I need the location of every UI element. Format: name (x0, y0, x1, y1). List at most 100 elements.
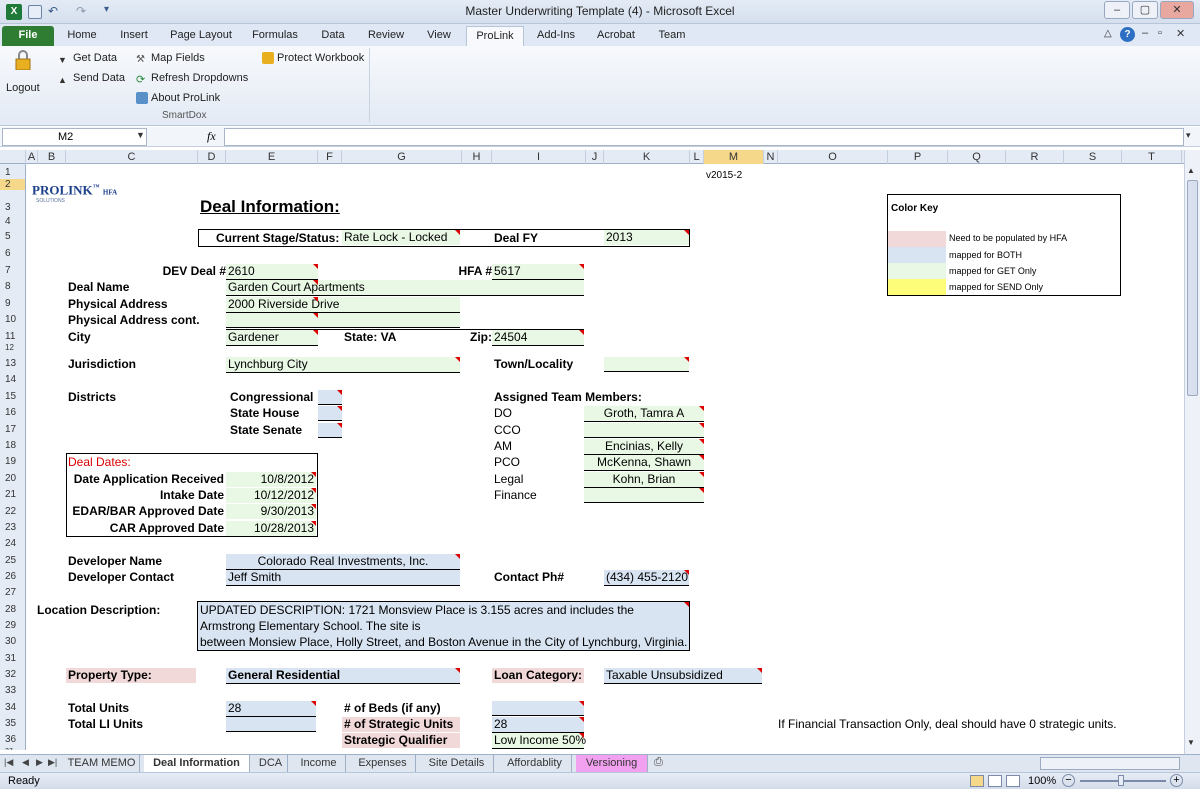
protect-workbook-button[interactable]: Protect Workbook (262, 50, 364, 66)
row-header[interactable]: 9 (0, 298, 25, 309)
cco-input[interactable] (584, 423, 704, 438)
zoom-level[interactable]: 100% (1028, 773, 1056, 789)
finance-input[interactable] (584, 488, 704, 503)
row-header[interactable]: 23 (0, 522, 25, 533)
get-data-button[interactable]: ▼ Get Data (58, 50, 117, 66)
edar-bar-input[interactable]: 9/30/2013 (226, 504, 316, 519)
column-header-f[interactable]: F (318, 150, 342, 164)
loan-category-input[interactable]: Taxable Unsubsidized (604, 668, 762, 684)
column-header-a[interactable]: A (26, 150, 38, 164)
name-box-dropdown-icon[interactable]: ▼ (136, 130, 145, 140)
row-header[interactable]: 34 (0, 702, 25, 713)
workbook-restore-icon[interactable]: ▫ (1158, 27, 1162, 39)
row-header[interactable]: 20 (0, 473, 25, 484)
zoom-in-icon[interactable]: + (1170, 774, 1183, 787)
contact-phone-input[interactable]: (434) 455-2120 (604, 570, 689, 586)
do-input[interactable]: Groth, Tamra A (584, 406, 704, 422)
am-input[interactable]: Encinias, Kelly (584, 439, 704, 455)
column-header-e[interactable]: E (226, 150, 318, 164)
strategic-qualifier-input[interactable]: Low Income 50% (492, 733, 586, 749)
insert-sheet-icon[interactable]: ⎙ (654, 756, 663, 769)
normal-view-icon[interactable] (970, 775, 984, 787)
column-header-h[interactable]: H (462, 150, 492, 164)
legal-input[interactable]: Kohn, Brian (584, 472, 704, 488)
vertical-scrollbar[interactable]: ▲ ▼ (1184, 150, 1200, 754)
location-description-input[interactable]: UPDATED DESCRIPTION: 1721 Monsview Place… (197, 601, 690, 651)
sheet-tab-dca[interactable]: DCA (254, 755, 288, 772)
ribbon-minimize-icon[interactable]: △ (1104, 28, 1112, 39)
tab-review[interactable]: Review (360, 26, 412, 46)
row-header[interactable]: 10 (0, 314, 25, 325)
column-header-i[interactable]: I (492, 150, 586, 164)
page-break-view-icon[interactable] (1006, 775, 1020, 787)
close-button[interactable]: ✕ (1160, 1, 1194, 19)
send-data-button[interactable]: ▲ Send Data (58, 70, 125, 86)
tab-home[interactable]: Home (60, 26, 104, 46)
next-sheet-icon[interactable]: ▶ (36, 757, 43, 768)
row-header[interactable]: 37 (0, 748, 25, 750)
column-header-t[interactable]: T (1122, 150, 1182, 164)
tab-insert[interactable]: Insert (110, 26, 158, 46)
sheet-tab-deal-information[interactable]: Deal Information (144, 755, 250, 772)
restore-button[interactable]: ▢ (1132, 1, 1158, 19)
map-fields-button[interactable]: ⚒ Map Fields (136, 50, 205, 66)
row-header[interactable]: 25 (0, 555, 25, 566)
column-header-j[interactable]: J (586, 150, 604, 164)
row-header[interactable]: 35 (0, 718, 25, 729)
row-header[interactable]: 22 (0, 506, 25, 517)
strategic-units-input[interactable]: 28 (492, 717, 584, 733)
pco-input[interactable]: McKenna, Shawn (584, 455, 704, 471)
sheet-tab-income[interactable]: Income (292, 755, 346, 772)
row-header[interactable]: 32 (0, 669, 25, 680)
row-header[interactable]: 16 (0, 407, 25, 418)
scroll-down-icon[interactable]: ▼ (1187, 738, 1195, 747)
formula-input[interactable] (224, 128, 1184, 146)
dev-deal-input[interactable]: 2610 (226, 264, 318, 280)
tab-formulas[interactable]: Formulas (244, 26, 306, 46)
name-box[interactable]: M2 (2, 128, 147, 146)
row-header[interactable]: 18 (0, 440, 25, 451)
row-header[interactable]: 24 (0, 538, 25, 549)
row-header[interactable]: 3 (0, 202, 25, 213)
sheet-tab-expenses[interactable]: Expenses (350, 755, 416, 772)
column-header-p[interactable]: P (888, 150, 948, 164)
row-header[interactable]: 30 (0, 636, 25, 647)
physical-address-input[interactable]: 2000 Riverside Drive (226, 297, 460, 313)
tab-data[interactable]: Data (312, 26, 354, 46)
column-header-k[interactable]: K (604, 150, 690, 164)
sheet-tab-affordability[interactable]: Affordablity (498, 755, 572, 772)
prev-sheet-icon[interactable]: ◀ (22, 757, 29, 768)
sheet-tab-site-details[interactable]: Site Details (420, 755, 494, 772)
expand-formula-icon[interactable]: ▾ (1186, 130, 1191, 141)
page-layout-view-icon[interactable] (988, 775, 1002, 787)
beds-input[interactable] (492, 701, 584, 716)
hfa-input[interactable]: 5617 (492, 264, 584, 280)
worksheet-grid[interactable]: PROLINK™ HFA SOLUTIONS v2015-2 Deal Info… (26, 164, 1184, 750)
row-header[interactable]: 4 (0, 216, 25, 227)
sheet-tab-team-memo[interactable]: TEAM MEMO (64, 755, 140, 772)
logout-button[interactable]: Logout (6, 80, 40, 96)
lock-icon[interactable] (14, 50, 32, 71)
column-header-n[interactable]: N (764, 150, 778, 164)
car-approved-input[interactable]: 10/28/2013 (226, 521, 316, 536)
row-header[interactable]: 15 (0, 391, 25, 402)
row-header[interactable]: 14 (0, 374, 25, 385)
column-header-m[interactable]: M (704, 150, 764, 164)
row-header[interactable]: 28 (0, 604, 25, 615)
deal-fy-value[interactable]: 2013 (604, 230, 689, 245)
row-header[interactable]: 36 (0, 734, 25, 745)
column-header-o[interactable]: O (778, 150, 888, 164)
row-header[interactable]: 29 (0, 620, 25, 631)
row-header[interactable]: 13 (0, 358, 25, 369)
tab-view[interactable]: View (418, 26, 460, 46)
physical-address-cont-input[interactable] (226, 313, 460, 328)
workbook-minimize-icon[interactable]: – (1142, 27, 1148, 39)
refresh-dropdowns-button[interactable]: ⟳ Refresh Dropdowns (136, 70, 248, 86)
select-all-corner[interactable] (0, 150, 26, 164)
developer-name-input[interactable]: Colorado Real Investments, Inc. (226, 554, 460, 570)
column-header-s[interactable]: S (1064, 150, 1122, 164)
row-header[interactable]: 5 (0, 231, 25, 242)
row-header[interactable]: 26 (0, 571, 25, 582)
minimize-button[interactable]: – (1104, 1, 1130, 19)
column-header-r[interactable]: R (1006, 150, 1064, 164)
